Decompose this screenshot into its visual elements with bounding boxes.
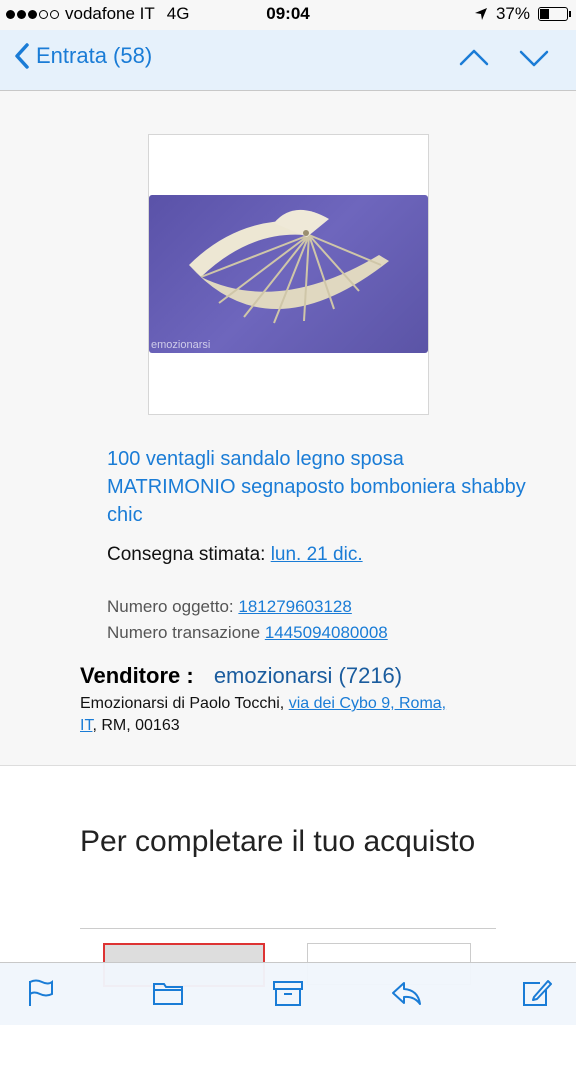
chevron-down-icon[interactable] xyxy=(518,44,550,72)
status-bar: vodafone IT 4G 09:04 37% xyxy=(0,0,576,30)
seller-name-link[interactable]: emozionarsi (7216) xyxy=(214,663,402,688)
status-right: 37% xyxy=(474,4,571,24)
product-image: emozionarsi xyxy=(149,195,428,353)
chevron-left-icon xyxy=(15,43,29,69)
compose-icon[interactable] xyxy=(520,977,552,1009)
delivery-row: Consegna stimata: lun. 21 dic. xyxy=(107,544,363,566)
product-title-link[interactable]: 100 ventagli sandalo legno sposa MATRIMO… xyxy=(107,445,527,529)
seller-address: Emozionarsi di Paolo Tocchi, via dei Cyb… xyxy=(80,693,520,737)
transaction-row: Numero transazione 1445094080008 xyxy=(107,623,388,643)
delivery-label: Consegna stimata: xyxy=(107,544,266,565)
transaction-label: Numero transazione xyxy=(107,623,261,642)
location-arrow-icon xyxy=(474,8,487,20)
folder-icon[interactable] xyxy=(152,977,184,1009)
item-number-row: Numero oggetto: 181279603128 xyxy=(107,597,352,617)
back-button[interactable]: Entrata (58) xyxy=(14,42,152,70)
battery-percent: 37% xyxy=(495,4,530,23)
battery-icon xyxy=(538,7,571,21)
flag-icon[interactable] xyxy=(24,977,56,1009)
item-number-link[interactable]: 181279603128 xyxy=(238,597,351,616)
address-country-link[interactable]: IT xyxy=(80,717,92,734)
section-rule xyxy=(80,928,496,929)
fan-illustration xyxy=(189,209,389,324)
seller-row: Venditore : emozionarsi (7216) xyxy=(80,663,402,689)
transaction-link[interactable]: 1445094080008 xyxy=(265,623,388,642)
section-title: Per completare il tuo acquisto xyxy=(80,825,476,858)
address-street-link[interactable]: via dei Cybo 9, Roma, xyxy=(289,695,446,712)
image-watermark: emozionarsi xyxy=(151,339,211,351)
item-number-label: Numero oggetto: xyxy=(107,597,234,616)
message-navigation xyxy=(458,44,550,72)
back-label: Entrata (58) xyxy=(36,43,153,68)
chevron-up-icon[interactable] xyxy=(458,44,490,72)
reply-icon[interactable] xyxy=(390,977,422,1009)
nav-bar: Entrata (58) xyxy=(0,30,576,91)
seller-label: Venditore : xyxy=(80,663,194,688)
delivery-date-link[interactable]: lun. 21 dic. xyxy=(271,544,363,565)
address-name: Emozionarsi di Paolo Tocchi, xyxy=(80,695,285,712)
product-image-frame[interactable]: emozionarsi xyxy=(148,134,429,415)
address-rest: , RM, 00163 xyxy=(92,717,180,734)
archive-icon[interactable] xyxy=(272,977,304,1009)
bottom-toolbar xyxy=(0,962,576,1025)
